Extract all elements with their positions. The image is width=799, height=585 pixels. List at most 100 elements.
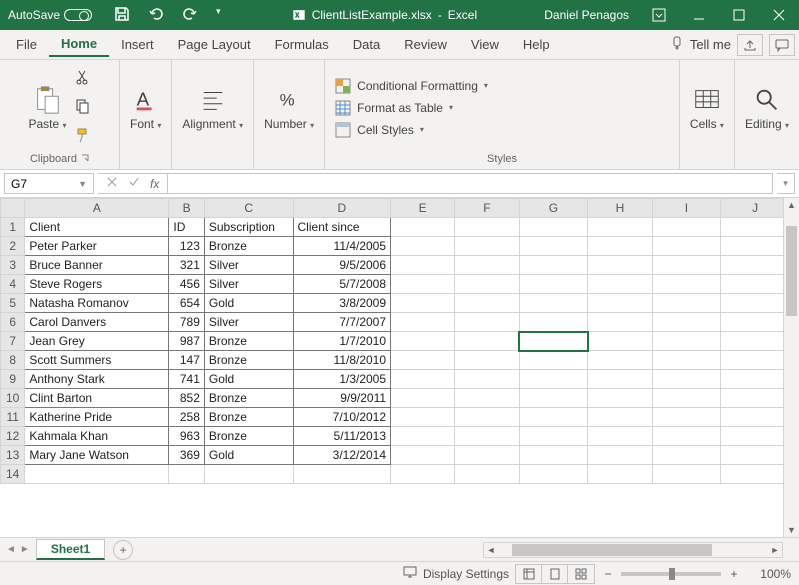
cell-A5[interactable]: Natasha Romanov — [25, 294, 169, 313]
cell-D3[interactable]: 9/5/2006 — [293, 256, 391, 275]
tell-me-label[interactable]: Tell me — [690, 37, 731, 52]
cell-I13[interactable] — [652, 446, 721, 465]
cell-F3[interactable] — [455, 256, 519, 275]
cell-D13[interactable]: 3/12/2014 — [293, 446, 391, 465]
tab-page-layout[interactable]: Page Layout — [166, 33, 263, 56]
cell-I6[interactable] — [652, 313, 721, 332]
cell-E14[interactable] — [391, 465, 455, 484]
cell-D4[interactable]: 5/7/2008 — [293, 275, 391, 294]
cell-A4[interactable]: Steve Rogers — [25, 275, 169, 294]
cell-F1[interactable] — [455, 218, 519, 237]
cell-I1[interactable] — [652, 218, 721, 237]
cell-C11[interactable]: Bronze — [204, 408, 293, 427]
cell-D5[interactable]: 3/8/2009 — [293, 294, 391, 313]
copy-icon[interactable] — [75, 98, 91, 117]
cell-F7[interactable] — [455, 332, 519, 351]
cell-J4[interactable] — [721, 275, 783, 294]
cell-J10[interactable] — [721, 389, 783, 408]
cell-A14[interactable] — [25, 465, 169, 484]
cell-G1[interactable] — [519, 218, 588, 237]
cell-I12[interactable] — [652, 427, 721, 446]
cell-A8[interactable]: Scott Summers — [25, 351, 169, 370]
row-header[interactable]: 3 — [1, 256, 25, 275]
cell-I4[interactable] — [652, 275, 721, 294]
cut-icon[interactable] — [75, 69, 91, 88]
cell-B5[interactable]: 654 — [169, 294, 204, 313]
share-button[interactable] — [737, 34, 763, 56]
row-header[interactable]: 10 — [1, 389, 25, 408]
cell-C10[interactable]: Bronze — [204, 389, 293, 408]
editing-button[interactable]: Editing ▾ — [745, 85, 789, 131]
cell-D1[interactable]: Client since — [293, 218, 391, 237]
cell-F8[interactable] — [455, 351, 519, 370]
tab-help[interactable]: Help — [511, 33, 562, 56]
cell-A6[interactable]: Carol Danvers — [25, 313, 169, 332]
cell-G6[interactable] — [519, 313, 588, 332]
cell-E5[interactable] — [391, 294, 455, 313]
cell-C13[interactable]: Gold — [204, 446, 293, 465]
scroll-left-icon[interactable]: ◄ — [484, 545, 498, 555]
cell-A1[interactable]: Client — [25, 218, 169, 237]
col-header-D[interactable]: D — [293, 199, 391, 218]
cell-E1[interactable] — [391, 218, 455, 237]
cell-G4[interactable] — [519, 275, 588, 294]
autosave[interactable]: AutoSave — [0, 8, 100, 22]
cell-D6[interactable]: 7/7/2007 — [293, 313, 391, 332]
cell-F6[interactable] — [455, 313, 519, 332]
cell-F12[interactable] — [455, 427, 519, 446]
col-header-E[interactable]: E — [391, 199, 455, 218]
row-header[interactable]: 13 — [1, 446, 25, 465]
new-sheet-button[interactable]: + — [113, 540, 133, 560]
name-box[interactable]: G7▼ — [4, 173, 94, 194]
cell-B4[interactable]: 456 — [169, 275, 204, 294]
cell-B8[interactable]: 147 — [169, 351, 204, 370]
page-layout-view-button[interactable] — [542, 565, 568, 583]
cell-E11[interactable] — [391, 408, 455, 427]
cell-H4[interactable] — [588, 275, 652, 294]
cell-G14[interactable] — [519, 465, 588, 484]
cell-F14[interactable] — [455, 465, 519, 484]
row-header[interactable]: 5 — [1, 294, 25, 313]
col-header-H[interactable]: H — [588, 199, 652, 218]
cell-C14[interactable] — [204, 465, 293, 484]
cell-C12[interactable]: Bronze — [204, 427, 293, 446]
cell-E13[interactable] — [391, 446, 455, 465]
cell-C1[interactable]: Subscription — [204, 218, 293, 237]
cell-H14[interactable] — [588, 465, 652, 484]
cell-B13[interactable]: 369 — [169, 446, 204, 465]
cell-styles-button[interactable]: Cell Styles▾ — [335, 122, 488, 138]
user-name[interactable]: Daniel Penagos — [534, 8, 639, 22]
cell-H11[interactable] — [588, 408, 652, 427]
cancel-icon[interactable] — [106, 176, 118, 191]
cell-A10[interactable]: Clint Barton — [25, 389, 169, 408]
cell-D11[interactable]: 7/10/2012 — [293, 408, 391, 427]
conditional-formatting-button[interactable]: Conditional Formatting▾ — [335, 78, 488, 94]
scroll-right-icon[interactable]: ► — [768, 545, 782, 555]
cell-C7[interactable]: Bronze — [204, 332, 293, 351]
cell-G7[interactable] — [519, 332, 588, 351]
vertical-scrollbar[interactable]: ▲ ▼ — [783, 198, 799, 537]
col-header-J[interactable]: J — [721, 199, 783, 218]
cell-G8[interactable] — [519, 351, 588, 370]
cell-E10[interactable] — [391, 389, 455, 408]
cell-H8[interactable] — [588, 351, 652, 370]
minimize-button[interactable] — [679, 0, 719, 30]
tab-home[interactable]: Home — [49, 32, 109, 57]
cell-A12[interactable]: Kahmala Khan — [25, 427, 169, 446]
cell-A2[interactable]: Peter Parker — [25, 237, 169, 256]
cell-I7[interactable] — [652, 332, 721, 351]
cell-F11[interactable] — [455, 408, 519, 427]
cell-I2[interactable] — [652, 237, 721, 256]
col-header-C[interactable]: C — [204, 199, 293, 218]
close-button[interactable] — [759, 0, 799, 30]
maximize-button[interactable] — [719, 0, 759, 30]
row-header[interactable]: 1 — [1, 218, 25, 237]
display-settings-icon[interactable] — [403, 565, 417, 582]
alignment-button[interactable]: Alignment ▾ — [182, 85, 243, 131]
formula-input[interactable] — [168, 173, 773, 194]
cell-C5[interactable]: Gold — [204, 294, 293, 313]
cell-F2[interactable] — [455, 237, 519, 256]
cell-B12[interactable]: 963 — [169, 427, 204, 446]
horizontal-scrollbar[interactable]: ◄ ► — [483, 542, 783, 558]
page-break-view-button[interactable] — [568, 565, 594, 583]
